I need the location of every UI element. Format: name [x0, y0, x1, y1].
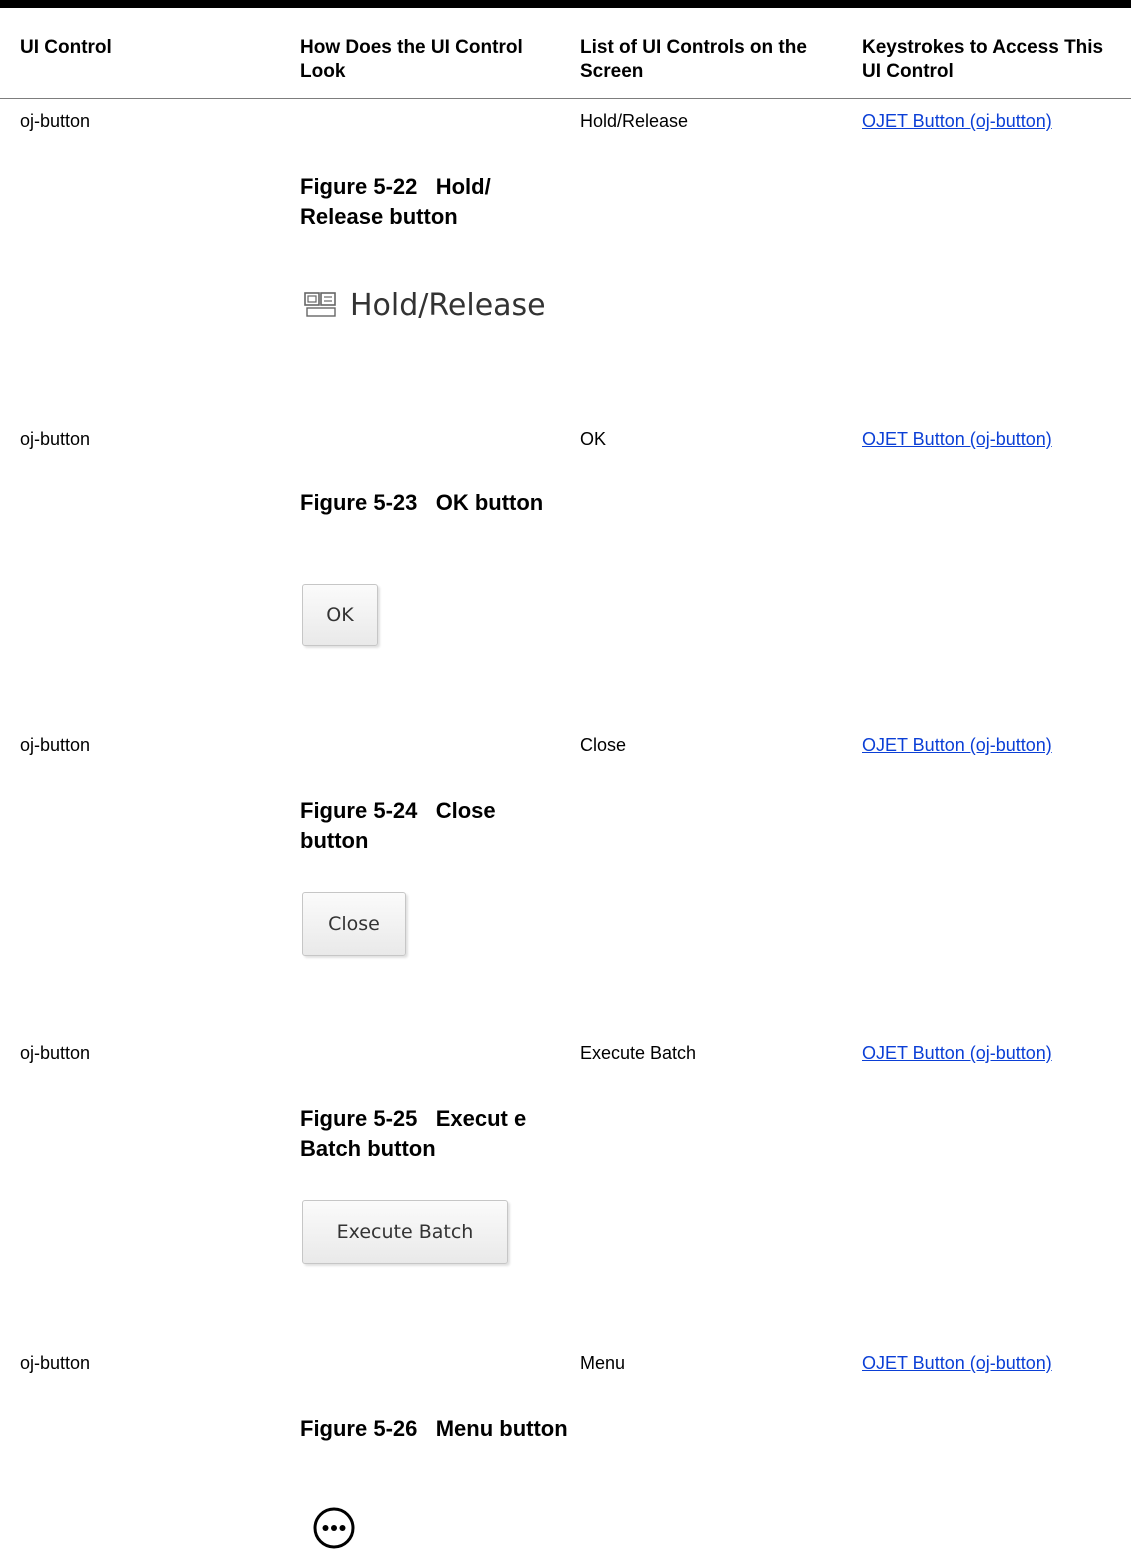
- ojet-button-link[interactable]: OJET Button (oj-button): [862, 110, 1052, 132]
- table-row-screen-label: Execute Batch: [580, 1043, 697, 1063]
- figure-caption: Figure 5-22 Hold/ Release button: [300, 174, 491, 229]
- figure-caption: Figure 5-26 Menu button: [300, 1416, 568, 1441]
- ok-button-image: OK: [302, 584, 378, 646]
- hold-release-image-label: Hold/Release: [350, 287, 546, 323]
- header-ui-control: UI Control: [20, 37, 112, 58]
- ojet-button-link[interactable]: OJET Button (oj-button): [862, 1352, 1052, 1374]
- figure-caption: Figure 5-24 Close button: [300, 798, 496, 853]
- close-button-image-label: Close: [328, 913, 380, 935]
- header-how-look: How Does the UI Control Look: [300, 37, 523, 82]
- table-row-control: oj-button: [20, 735, 91, 755]
- header-divider: [0, 98, 1131, 99]
- ellipsis-circle-icon: [313, 1507, 355, 1549]
- table-row-screen-label: Menu: [580, 1353, 626, 1373]
- hold-release-image: Hold/Release: [304, 285, 546, 325]
- table-row-screen-label: Close: [580, 735, 627, 755]
- table-row-control: oj-button: [20, 1353, 91, 1373]
- figure-caption: Figure 5-25 Execut e Batch button: [300, 1106, 527, 1161]
- ojet-button-link[interactable]: OJET Button (oj-button): [862, 1042, 1052, 1064]
- ojet-button-link[interactable]: OJET Button (oj-button): [862, 428, 1052, 450]
- table-row-control: oj-button: [20, 429, 91, 449]
- top-rule: [0, 0, 1131, 8]
- table-row-control: oj-button: [20, 111, 91, 131]
- table-row-screen-label: OK: [580, 429, 607, 449]
- ojet-button-link[interactable]: OJET Button (oj-button): [862, 734, 1052, 756]
- figure-caption: Figure 5-23 OK button: [300, 490, 544, 515]
- hold-release-icon: [304, 292, 336, 317]
- header-list-controls: List of UI Controls on the Screen: [580, 37, 807, 82]
- header-keystrokes: Keystrokes to Access This UI Control: [862, 37, 1104, 82]
- execute-batch-button-image: Execute Batch: [302, 1200, 508, 1264]
- ok-button-image-label: OK: [326, 604, 354, 626]
- close-button-image: Close: [302, 892, 406, 956]
- execute-batch-button-image-label: Execute Batch: [336, 1221, 474, 1243]
- table-row-control: oj-button: [20, 1043, 91, 1063]
- table-row-screen-label: Hold/Release: [580, 111, 689, 131]
